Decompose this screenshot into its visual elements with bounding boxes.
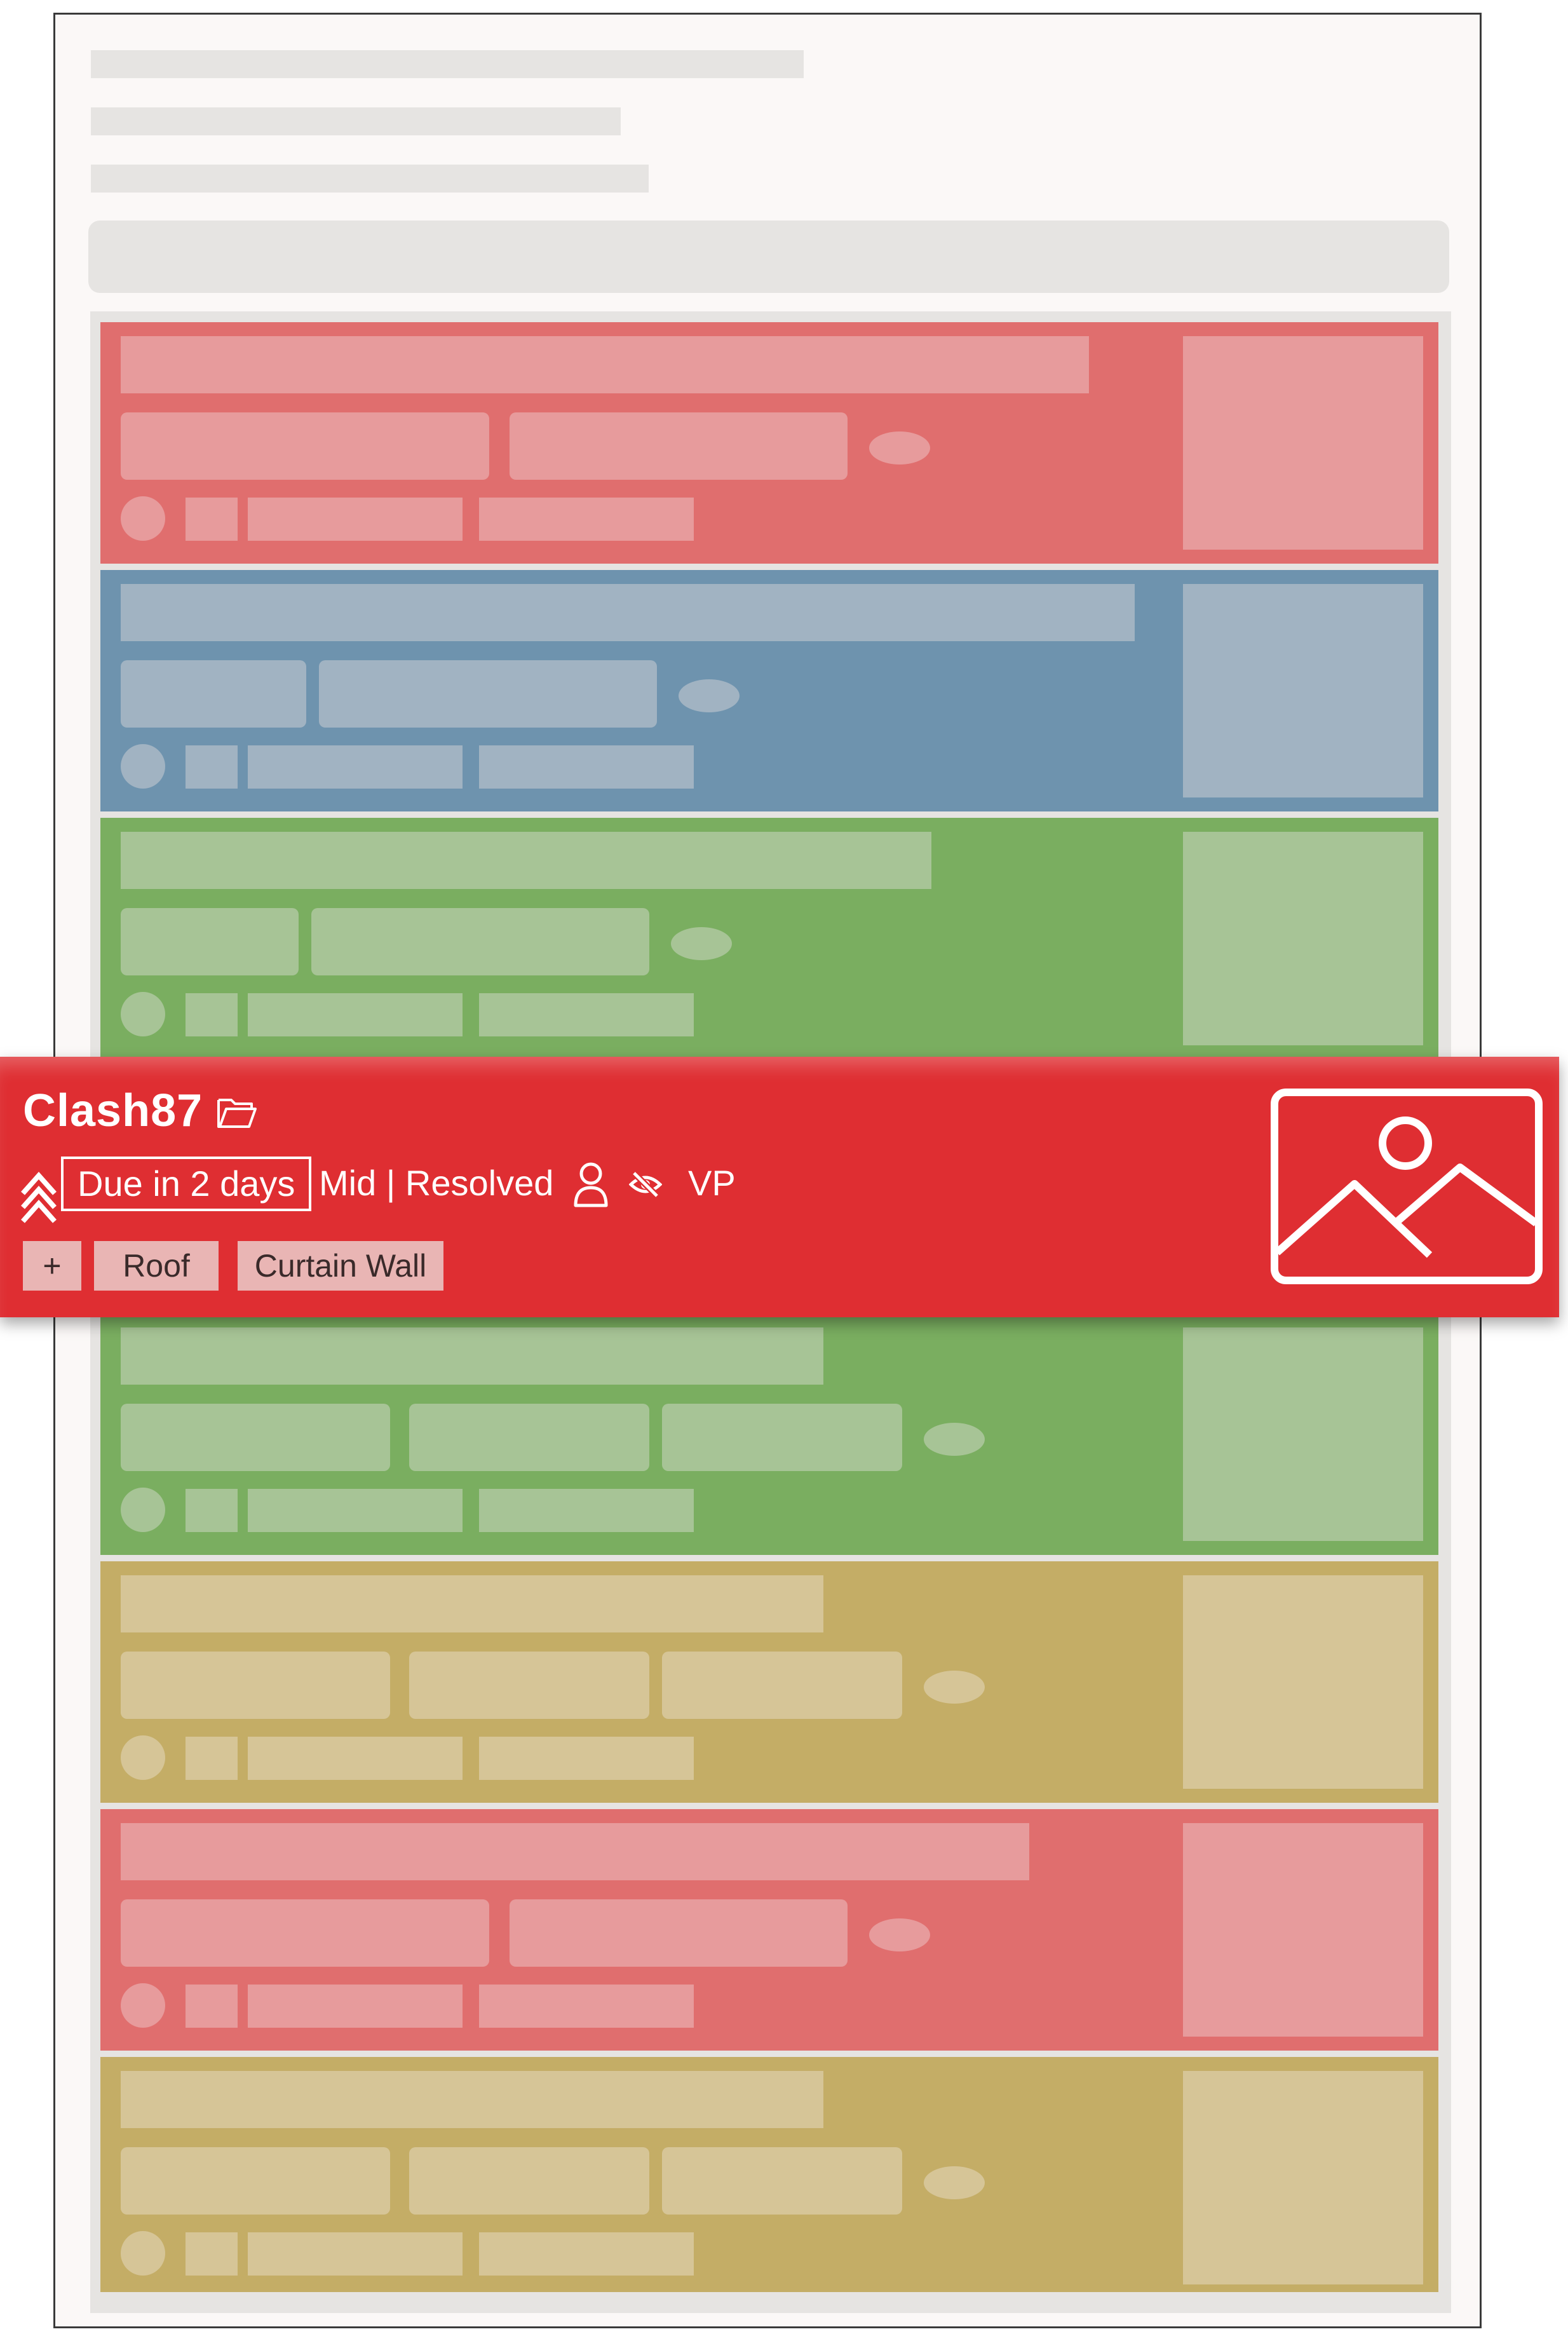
card-meta-placeholder <box>479 1985 694 2028</box>
card-field-placeholder <box>319 660 657 728</box>
eye-off-icon[interactable] <box>629 1168 662 1201</box>
due-date-badge[interactable]: Due in 2 days <box>61 1157 312 1211</box>
issue-card[interactable] <box>100 818 1438 1059</box>
tag-curtain-wall[interactable]: Curtain Wall <box>238 1241 443 1291</box>
tag-roof[interactable]: Roof <box>94 1241 219 1291</box>
card-thumbnail-placeholder <box>1183 1823 1423 2037</box>
folder-icon[interactable] <box>216 1095 258 1130</box>
card-meta-placeholder <box>479 1737 694 1780</box>
card-title-placeholder <box>121 336 1089 393</box>
card-icon-placeholder <box>186 1737 238 1780</box>
card-field-placeholder <box>311 908 649 975</box>
card-field-placeholder <box>662 1404 902 1471</box>
card-icon-placeholder <box>186 1489 238 1532</box>
card-avatar-placeholder <box>121 992 165 1036</box>
double-chevron-up-icon <box>21 1171 57 1223</box>
highlighted-issue-card[interactable]: Clash87 Due in 2 days Mid | Resolved VP … <box>0 1057 1559 1317</box>
card-title-placeholder <box>121 1575 823 1632</box>
issue-title[interactable]: Clash87 <box>23 1085 203 1137</box>
card-icon-placeholder <box>186 993 238 1036</box>
card-field-placeholder <box>409 1652 649 1719</box>
card-icon-placeholder <box>186 498 238 541</box>
card-avatar-placeholder <box>121 1983 165 2028</box>
card-field-placeholder <box>121 1652 390 1719</box>
card-meta-placeholder <box>248 2232 463 2276</box>
card-avatar-placeholder <box>121 1735 165 1780</box>
card-meta-placeholder <box>248 745 463 789</box>
card-meta-placeholder <box>479 1489 694 1532</box>
card-pill-placeholder <box>671 927 732 960</box>
card-title-placeholder <box>121 584 1135 641</box>
card-field-placeholder <box>409 1404 649 1471</box>
card-pill-placeholder <box>679 679 740 712</box>
card-meta-placeholder <box>248 1985 463 2028</box>
issue-card[interactable] <box>100 1809 1438 2051</box>
card-field-placeholder <box>662 1652 902 1719</box>
issue-card[interactable] <box>100 322 1438 564</box>
card-meta-placeholder <box>479 498 694 541</box>
header-line-1 <box>91 50 804 78</box>
add-tag-button[interactable]: + <box>23 1241 81 1291</box>
card-thumbnail-placeholder <box>1183 832 1423 1045</box>
header-line-3 <box>91 165 649 193</box>
card-meta-placeholder <box>479 2232 694 2276</box>
card-field-placeholder <box>510 412 848 480</box>
card-field-placeholder <box>121 908 299 975</box>
image-placeholder-icon[interactable] <box>1271 1089 1543 1284</box>
card-icon-placeholder <box>186 1985 238 2028</box>
card-meta-placeholder <box>479 745 694 789</box>
card-title-placeholder <box>121 1823 1029 1880</box>
issue-card[interactable] <box>100 2057 1438 2292</box>
card-field-placeholder <box>121 412 489 480</box>
card-thumbnail-placeholder <box>1183 584 1423 797</box>
card-icon-placeholder <box>186 2232 238 2276</box>
card-avatar-placeholder <box>121 496 165 541</box>
card-field-placeholder <box>121 1404 390 1471</box>
card-icon-placeholder <box>186 745 238 789</box>
priority-status-text: Mid | Resolved <box>319 1163 554 1203</box>
card-title-placeholder <box>121 1327 823 1385</box>
issue-card[interactable] <box>100 1313 1438 1555</box>
card-meta-placeholder <box>248 498 463 541</box>
card-field-placeholder <box>121 2147 390 2215</box>
card-pill-placeholder <box>869 431 930 465</box>
card-field-placeholder <box>121 1899 489 1967</box>
card-field-placeholder <box>510 1899 848 1967</box>
card-meta-placeholder <box>248 993 463 1036</box>
card-field-placeholder <box>409 2147 649 2215</box>
card-title-placeholder <box>121 2071 823 2128</box>
viewpoint-label[interactable]: VP <box>688 1158 736 1208</box>
card-pill-placeholder <box>924 2166 985 2199</box>
card-meta-placeholder <box>248 1737 463 1780</box>
card-pill-placeholder <box>924 1423 985 1456</box>
card-thumbnail-placeholder <box>1183 1575 1423 1789</box>
user-icon[interactable] <box>572 1160 610 1209</box>
card-field-placeholder <box>662 2147 902 2215</box>
card-avatar-placeholder <box>121 1488 165 1532</box>
header-line-2 <box>91 107 621 135</box>
card-pill-placeholder <box>924 1671 985 1704</box>
issue-card[interactable] <box>100 1561 1438 1803</box>
card-thumbnail-placeholder <box>1183 2071 1423 2284</box>
card-thumbnail-placeholder <box>1183 1327 1423 1541</box>
card-title-placeholder <box>121 832 931 889</box>
issue-card[interactable] <box>100 570 1438 811</box>
card-pill-placeholder <box>869 1918 930 1951</box>
card-meta-placeholder <box>479 993 694 1036</box>
card-thumbnail-placeholder <box>1183 336 1423 550</box>
search-bar[interactable] <box>88 221 1449 293</box>
card-meta-placeholder <box>248 1489 463 1532</box>
card-field-placeholder <box>121 660 306 728</box>
card-avatar-placeholder <box>121 2231 165 2276</box>
card-avatar-placeholder <box>121 744 165 789</box>
